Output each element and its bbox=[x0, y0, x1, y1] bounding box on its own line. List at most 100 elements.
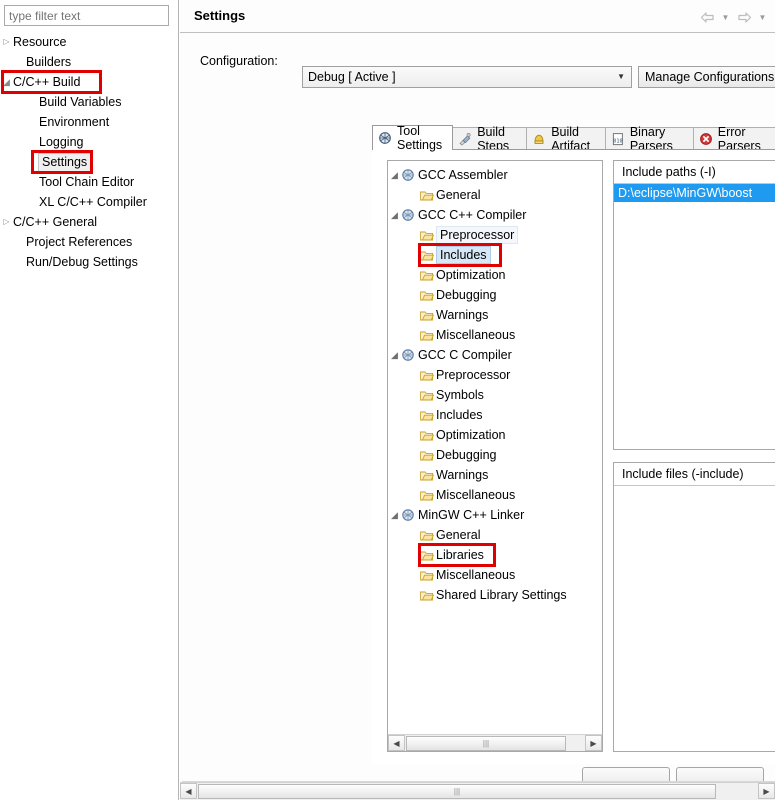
sidebar-item-environment[interactable]: Environment bbox=[0, 112, 178, 132]
tab-error-parsers[interactable]: Error Parsers bbox=[692, 125, 775, 153]
tool-tree-item-includes[interactable]: Includes bbox=[388, 245, 602, 265]
tab-build-steps[interactable]: Build Steps bbox=[452, 125, 528, 153]
tool-tree-item-libraries[interactable]: Libraries bbox=[388, 545, 602, 565]
scroll-right-icon[interactable]: ▶ bbox=[585, 735, 602, 751]
sidebar-item-label: C/C++ Build bbox=[13, 75, 81, 89]
expand-triangle-icon[interactable] bbox=[388, 505, 401, 526]
folder-icon bbox=[419, 445, 436, 465]
include-files-panel: Include files (-include) bbox=[613, 462, 775, 752]
error-parsers-icon bbox=[699, 132, 713, 146]
folder-icon bbox=[419, 485, 436, 505]
tab-binary-parsers[interactable]: 010 Binary Parsers bbox=[604, 125, 694, 153]
sidebar-item-c-c-general[interactable]: C/C++ General bbox=[0, 212, 178, 232]
dialog-button-partial-2[interactable] bbox=[676, 767, 764, 781]
include-paths-list[interactable]: D:\eclipse\MinGW\boost bbox=[614, 184, 775, 449]
tool-settings-icon bbox=[378, 131, 392, 145]
sidebar-item-run-debug-settings[interactable]: Run/Debug Settings bbox=[0, 252, 178, 272]
tool-tree-item-general[interactable]: General bbox=[388, 185, 602, 205]
tool-tree-item-includes[interactable]: Includes bbox=[388, 405, 602, 425]
tool-tree-item-miscellaneous[interactable]: Miscellaneous bbox=[388, 565, 602, 585]
collapse-triangle-icon[interactable] bbox=[0, 212, 13, 232]
include-files-list[interactable] bbox=[614, 486, 775, 751]
sidebar-item-builders[interactable]: Builders bbox=[0, 52, 178, 72]
page-hscrollbar[interactable]: ◀ ||| ▶ bbox=[180, 782, 775, 800]
manage-configurations-button[interactable]: Manage Configurations... bbox=[638, 66, 775, 88]
tool-tree-label: Warnings bbox=[436, 308, 489, 322]
tool-tree-label: Shared Library Settings bbox=[436, 588, 567, 602]
collapse-triangle-icon[interactable] bbox=[0, 32, 13, 52]
scroll-right-icon[interactable]: ▶ bbox=[758, 783, 775, 799]
tool-tree-item-general[interactable]: General bbox=[388, 525, 602, 545]
tool-tree-label: Optimization bbox=[436, 268, 506, 282]
tool-tree-item-mingw-c-linker[interactable]: MinGW C++ Linker bbox=[388, 505, 602, 525]
expand-triangle-icon[interactable] bbox=[388, 165, 401, 186]
sidebar-item-c-c-build[interactable]: C/C++ Build bbox=[0, 72, 178, 92]
sidebar-item-label: Run/Debug Settings bbox=[26, 255, 138, 269]
tool-tree-label: GCC Assembler bbox=[418, 168, 508, 182]
page-hscroll-thumb[interactable]: ||| bbox=[198, 784, 716, 799]
expand-triangle-icon[interactable] bbox=[0, 72, 13, 93]
tool-tree-item-debugging[interactable]: Debugging bbox=[388, 285, 602, 305]
configuration-dropdown[interactable]: Debug [ Active ] ▼ bbox=[302, 66, 632, 88]
tool-tree-item-gcc-c-compiler[interactable]: GCC C Compiler bbox=[388, 345, 602, 365]
tool-tree-item-optimization[interactable]: Optimization bbox=[388, 265, 602, 285]
tool-tree-item-debugging[interactable]: Debugging bbox=[388, 445, 602, 465]
sidebar-item-build-variables[interactable]: Build Variables bbox=[0, 92, 178, 112]
sidebar-item-xl-c-c-compiler[interactable]: XL C/C++ Compiler bbox=[0, 192, 178, 212]
tool-tree-item-warnings[interactable]: Warnings bbox=[388, 305, 602, 325]
dialog-button-partial-1[interactable] bbox=[582, 767, 670, 781]
sidebar-item-tool-chain-editor[interactable]: Tool Chain Editor bbox=[0, 172, 178, 192]
tool-tree-item-miscellaneous[interactable]: Miscellaneous bbox=[388, 485, 602, 505]
forward-arrow-icon[interactable] bbox=[734, 8, 754, 26]
sidebar-item-project-references[interactable]: Project References bbox=[0, 232, 178, 252]
tool-settings-content: GCC Assembler General GCC C++ Compiler Prep… bbox=[372, 150, 775, 764]
scroll-left-icon[interactable]: ◀ bbox=[388, 735, 405, 751]
tool-tree-hscrollbar[interactable]: ◀ ||| ▶ bbox=[388, 734, 602, 751]
tool-tree-label: MinGW C++ Linker bbox=[418, 508, 525, 522]
tool-tree-item-preprocessor[interactable]: Preprocessor bbox=[388, 225, 602, 245]
filter-text-input[interactable] bbox=[4, 5, 169, 26]
tool-tree-item-gcc-assembler[interactable]: GCC Assembler bbox=[388, 165, 602, 185]
grip-icon: ||| bbox=[453, 787, 461, 796]
expand-triangle-icon[interactable] bbox=[388, 205, 401, 226]
folder-icon bbox=[419, 305, 436, 325]
folder-icon bbox=[419, 325, 436, 345]
tool-tree-list[interactable]: GCC Assembler General GCC C++ Compiler Prep… bbox=[388, 165, 602, 605]
scroll-left-icon[interactable]: ◀ bbox=[180, 783, 197, 799]
configuration-row: Configuration: Debug [ Active ] ▼ Manage… bbox=[192, 42, 775, 88]
folder-icon bbox=[419, 265, 436, 285]
tool-gear-icon bbox=[401, 165, 418, 185]
tab-build-artifact[interactable]: Build Artifact bbox=[526, 125, 606, 153]
folder-icon bbox=[419, 525, 436, 545]
include-paths-panel: Include paths (-I) D:\eclipse\MinGW\boos… bbox=[613, 160, 775, 450]
folder-icon bbox=[419, 425, 436, 445]
include-files-title: Include files (-include) bbox=[622, 467, 744, 481]
settings-tabstrip[interactable]: Tool Settings Build Steps Build Artifact 01… bbox=[372, 124, 775, 153]
back-history-chevron-down-icon[interactable]: ▼ bbox=[719, 8, 732, 26]
tool-tree-item-shared-library-settings[interactable]: Shared Library Settings bbox=[388, 585, 602, 605]
tool-tree-label: Miscellaneous bbox=[436, 568, 516, 582]
page-title: Settings bbox=[194, 8, 246, 23]
folder-icon bbox=[419, 385, 436, 405]
expand-triangle-icon[interactable] bbox=[388, 345, 401, 366]
hscroll-thumb[interactable]: ||| bbox=[406, 736, 566, 751]
tool-tree-item-optimization[interactable]: Optimization bbox=[388, 425, 602, 445]
tool-tree-item-gcc-c-compiler[interactable]: GCC C++ Compiler bbox=[388, 205, 602, 225]
sidebar-item-logging[interactable]: Logging bbox=[0, 132, 178, 152]
tab-tool-settings[interactable]: Tool Settings bbox=[372, 124, 454, 152]
sidebar-item-resource[interactable]: Resource bbox=[0, 32, 178, 52]
tool-tree-panel[interactable]: GCC Assembler General GCC C++ Compiler Prep… bbox=[387, 160, 603, 752]
list-item[interactable]: D:\eclipse\MinGW\boost bbox=[614, 184, 775, 202]
back-arrow-icon[interactable] bbox=[697, 8, 717, 26]
sidebar-item-settings[interactable]: Settings bbox=[0, 152, 178, 172]
forward-history-chevron-down-icon[interactable]: ▼ bbox=[756, 8, 769, 26]
tool-tree-item-symbols[interactable]: Symbols bbox=[388, 385, 602, 405]
tool-tree-item-warnings[interactable]: Warnings bbox=[388, 465, 602, 485]
chevron-down-icon: ▼ bbox=[617, 72, 625, 81]
tool-tree-item-miscellaneous[interactable]: Miscellaneous bbox=[388, 325, 602, 345]
folder-icon bbox=[419, 285, 436, 305]
tool-tree-label: Includes bbox=[436, 408, 483, 422]
tool-tree-item-preprocessor[interactable]: Preprocessor bbox=[388, 365, 602, 385]
settings-nav-tree[interactable]: Resource Builders C/C++ Build Build Variabl… bbox=[0, 32, 178, 272]
include-paths-header: Include paths (-I) bbox=[614, 161, 775, 184]
